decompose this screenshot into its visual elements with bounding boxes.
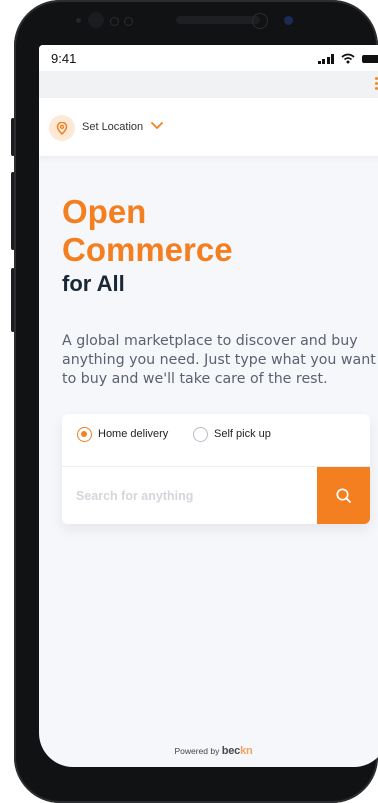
battery-icon <box>362 54 378 63</box>
proximity-sensor-icon <box>284 16 293 25</box>
hero-line-for-all: for All <box>62 271 125 296</box>
earpiece-speaker <box>176 16 260 24</box>
hero-heading: Open Commerce for All <box>62 193 233 299</box>
set-location-label[interactable]: Set Location <box>82 121 143 133</box>
sensor-icon <box>76 18 81 23</box>
powered-by-label: Powered by <box>174 746 220 756</box>
search-icon <box>336 488 351 503</box>
self-pickup-radio[interactable] <box>193 427 208 442</box>
status-icons <box>317 53 378 64</box>
search-input[interactable] <box>62 467 317 524</box>
search-button[interactable] <box>317 467 370 524</box>
location-bar[interactable]: Set Location <box>39 98 378 156</box>
wifi-icon <box>341 53 355 64</box>
home-delivery-radio[interactable] <box>77 427 92 442</box>
footer: Powered by beckn <box>39 745 378 757</box>
location-pin-icon <box>49 115 75 141</box>
self-pickup-label[interactable]: Self pick up <box>214 428 271 440</box>
beckn-logo: beckn <box>222 745 253 757</box>
sensor-icon <box>124 17 133 26</box>
status-bar: 9:41 <box>39 45 378 71</box>
app-screen: 9:41 Set Location Open Commerce for All … <box>39 45 378 767</box>
front-camera-icon <box>252 13 268 29</box>
status-time: 9:41 <box>51 51 77 66</box>
beckn-logo-text: bec <box>221 745 241 757</box>
home-delivery-label[interactable]: Home delivery <box>98 428 168 440</box>
hero-description: A global marketplace to discover and buy… <box>62 333 376 387</box>
search-card: Home delivery Self pick up <box>62 414 370 524</box>
beckn-logo-accent: kn <box>240 745 253 757</box>
app-bar <box>39 71 378 98</box>
sensor-icon <box>110 17 119 26</box>
hero-line-open: Open <box>62 193 147 230</box>
delivery-options: Home delivery Self pick up <box>62 414 370 466</box>
chevron-down-icon[interactable] <box>150 121 164 130</box>
phone-frame: 9:41 Set Location Open Commerce for All … <box>14 0 378 803</box>
camera-icon <box>88 12 104 28</box>
hero-line-commerce: Commerce <box>62 231 233 268</box>
signal-icon <box>317 53 334 64</box>
